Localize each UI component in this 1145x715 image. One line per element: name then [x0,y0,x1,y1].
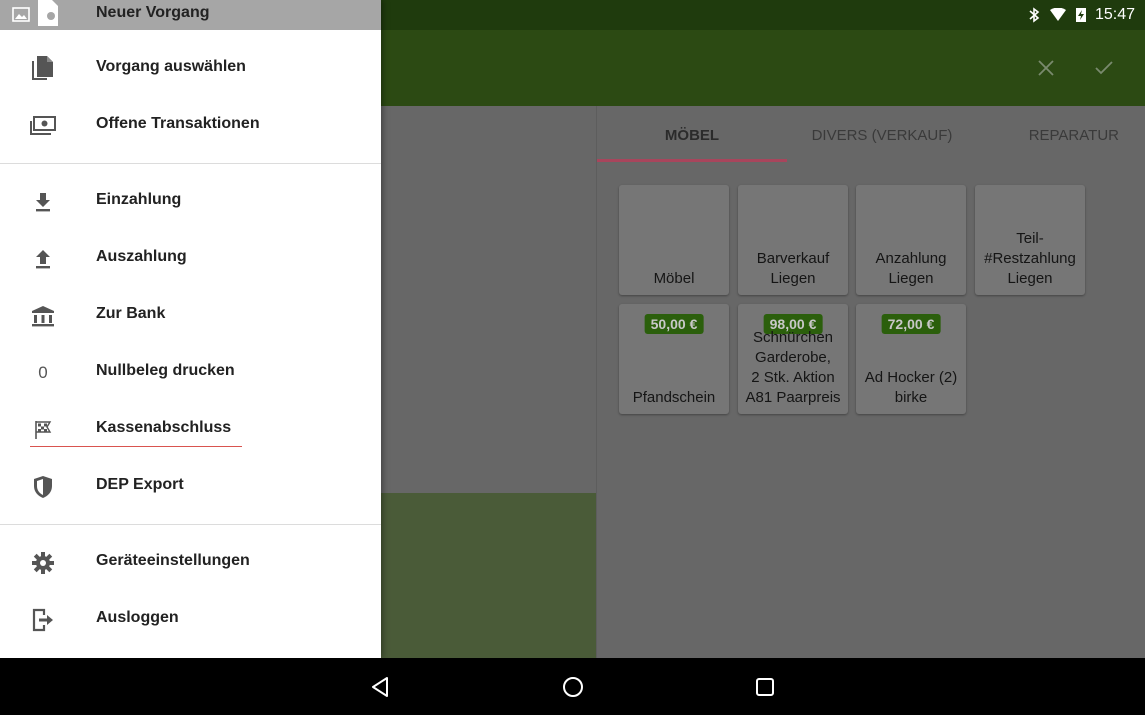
drawer-item-nullbeleg-drucken[interactable]: 0 Nullbeleg drucken [0,344,381,401]
product-tile-label: Schnürchen Garderobe, 2 Stk. Aktion A81 … [745,329,841,406]
product-tile[interactable]: 50,00 € Pfandschein [619,304,729,414]
zero-icon: 0 [38,363,48,382]
image-icon [12,7,30,22]
drawer-item-einzahlung[interactable]: Einzahlung [0,173,381,230]
drawer-item-label: Nullbeleg drucken [96,362,235,379]
shield-icon [30,474,56,500]
back-button[interactable] [365,672,395,702]
drawer-item-vorgang-auswaehlen[interactable]: Vorgang auswählen [0,40,381,97]
product-tile-label: Möbel [653,270,695,287]
drawer-item-offene-transaktionen[interactable]: Offene Transaktionen [0,97,381,154]
logout-icon [30,607,56,633]
bank-icon [30,303,56,329]
product-pane: MÖBEL DIVERS (VERKAUF) REPARATUR Möbel B… [597,106,1145,658]
confirm-button[interactable] [1086,50,1122,86]
wifi-icon [1049,8,1067,22]
drawer-item-label: Vorgang auswählen [96,58,246,75]
drawer-item-zur-bank[interactable]: Zur Bank [0,287,381,344]
drawer-item-dep-export[interactable]: DEP Export [0,458,381,515]
file-copy-icon [30,56,56,82]
tab-indicator [597,159,787,162]
close-button[interactable] [1028,50,1064,86]
product-tile-label: Pfandschein [632,389,716,406]
check-icon [1095,61,1113,75]
home-circle-icon [563,677,583,697]
drawer-item-neuer-vorgang[interactable]: Neuer Vorgang [0,0,381,30]
drawer-item-label: DEP Export [96,476,184,493]
home-button[interactable] [558,672,588,702]
bluetooth-icon [1027,7,1041,23]
close-icon [1038,60,1054,76]
recents-square-icon [756,678,774,696]
product-tile[interactable]: Möbel [619,185,729,295]
product-tile[interactable]: Barverkauf Liegen [738,185,848,295]
drawer-item-geraeteeinstellungen[interactable]: Geräteeinstellungen [0,534,381,591]
product-tile-label: Ad Hocker (2) birke [864,369,958,406]
product-tile[interactable]: 98,00 € Schnürchen Garderobe, 2 Stk. Akt… [738,304,848,414]
tab-divers-verkauf[interactable]: DIVERS (VERKAUF) [787,106,977,164]
navigation-drawer: Neuer Vorgang Vorgang auswählen Offene T… [0,0,381,658]
product-tile[interactable]: Anzahlung Liegen [856,185,966,295]
drawer-item-label: Auszahlung [96,248,187,265]
recents-button[interactable] [750,672,780,702]
drawer-item-label: Offene Transaktionen [96,115,260,132]
drawer-item-label: Geräteeinstellungen [96,552,250,569]
back-triangle-icon [372,677,388,697]
drawer-item-kassenabschluss[interactable]: Kassenabschluss [0,401,381,458]
product-tile-label: Teil- #Restzahlung Liegen [984,230,1076,287]
drawer-item-label: Ausloggen [96,609,179,626]
product-tile[interactable]: Teil- #Restzahlung Liegen [975,185,1085,295]
product-tile-label: Anzahlung Liegen [875,250,947,287]
status-icons: 15:47 [1027,0,1135,30]
upload-icon [30,246,56,272]
selected-item-underline [30,446,242,447]
drawer-item-label: Zur Bank [96,305,166,322]
product-tile-label: Barverkauf Liegen [756,250,830,287]
system-nav-bar [0,658,1145,715]
battery-icon [1075,7,1087,23]
clock: 15:47 [1094,6,1135,23]
checkered-flag-icon [30,417,56,443]
drawer-item-label: Neuer Vorgang [96,4,210,21]
product-tile[interactable]: 72,00 € Ad Hocker (2) birke [856,304,966,414]
drawer-item-label: Einzahlung [96,191,182,208]
drawer-item-ausloggen[interactable]: Ausloggen [0,591,381,648]
cash-icon [30,113,56,139]
download-icon [30,189,56,215]
price-badge: 72,00 € [881,314,941,334]
new-document-icon [38,0,58,26]
drawer-divider [0,524,381,525]
gear-icon [30,550,56,576]
drawer-item-auszahlung[interactable]: Auszahlung [0,230,381,287]
price-badge: 50,00 € [644,314,704,334]
drawer-divider [0,163,381,164]
category-tabs: MÖBEL DIVERS (VERKAUF) REPARATUR [597,106,1145,164]
tab-reparatur[interactable]: REPARATUR [987,106,1145,164]
tab-moebel[interactable]: MÖBEL [597,106,787,164]
drawer-item-label: Kassenabschluss [96,419,232,436]
